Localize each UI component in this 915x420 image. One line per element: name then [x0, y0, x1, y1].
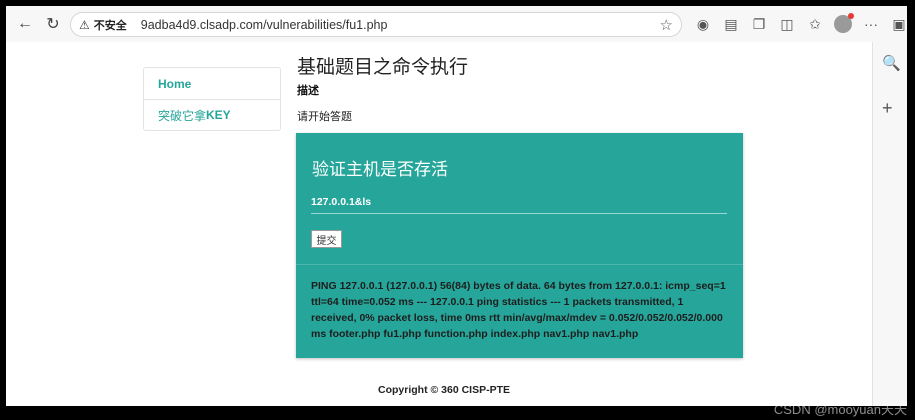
description-heading: 描述	[297, 85, 319, 97]
card-divider	[296, 264, 743, 265]
nav-item-key-prefix: 突破它拿	[158, 108, 207, 123]
page-footer: Copyright © 360 CISP-PTE	[378, 384, 511, 396]
reading-view-icon[interactable]: ▤	[718, 11, 744, 37]
back-icon[interactable]: ←	[12, 11, 38, 37]
page-viewport: Home 突破它拿 KEY 基础题目之命令执行 描述 请开始答题 验证主机是否存活…	[6, 42, 872, 406]
command-card: 验证主机是否存活 提交 PING 127.0.0.1 (127.0.0.1) 5…	[296, 133, 743, 358]
url-text[interactable]: 9adba4d9.clsadp.com/vulnerabilities/fu1.…	[141, 18, 388, 32]
insecure-label: 不安全	[93, 19, 127, 32]
nav-item-key-suffix: KEY	[206, 108, 231, 122]
toolbar-icons: ◉ ▤ ❐ ◫ ✩ ··· ▣	[690, 11, 907, 37]
card-title: 验证主机是否存活	[312, 160, 448, 179]
profile-avatar[interactable]	[830, 11, 856, 37]
more-menu-icon[interactable]: ···	[858, 11, 884, 37]
add-icon[interactable]: +	[882, 98, 893, 119]
search-icon[interactable]: 🔍	[882, 54, 901, 72]
split-screen-icon[interactable]: ◫	[774, 11, 800, 37]
nav-item-home[interactable]: Home	[144, 68, 280, 99]
browser-toolbar: ← ↻ ⚠ 不安全 9adba4d9.clsadp.com/vulnerabil…	[6, 6, 907, 42]
nav-item-key[interactable]: 突破它拿 KEY	[144, 99, 280, 130]
page-title: 基础题目之命令执行	[297, 57, 469, 78]
watermark-text: CSDN @mooyuan天天	[773, 402, 907, 417]
description-text: 请开始答题	[297, 111, 352, 123]
collections-icon[interactable]: ❐	[746, 11, 772, 37]
address-bar[interactable]: ⚠ 不安全 9adba4d9.clsadp.com/vulnerabilitie…	[70, 12, 682, 37]
warning-icon: ⚠	[79, 17, 90, 32]
nav-item-home-label: Home	[158, 76, 192, 91]
favorites-icon[interactable]: ✩	[802, 11, 828, 37]
browser-window: ← ↻ ⚠ 不安全 9adba4d9.clsadp.com/vulnerabil…	[6, 6, 907, 406]
extension-icon[interactable]: ◉	[690, 11, 716, 37]
command-output: PING 127.0.0.1 (127.0.0.1) 56(84) bytes …	[311, 280, 729, 340]
avatar	[834, 13, 854, 33]
edge-sidebar: 🔍 +	[872, 42, 907, 406]
sidebar-toggle-icon[interactable]: ▣	[886, 11, 907, 37]
favorite-star-icon[interactable]: ☆	[660, 16, 673, 34]
reload-icon[interactable]: ↻	[40, 11, 66, 37]
host-input[interactable]	[311, 191, 727, 214]
side-nav: Home 突破它拿 KEY	[143, 67, 281, 131]
submit-button[interactable]: 提交	[311, 230, 342, 248]
